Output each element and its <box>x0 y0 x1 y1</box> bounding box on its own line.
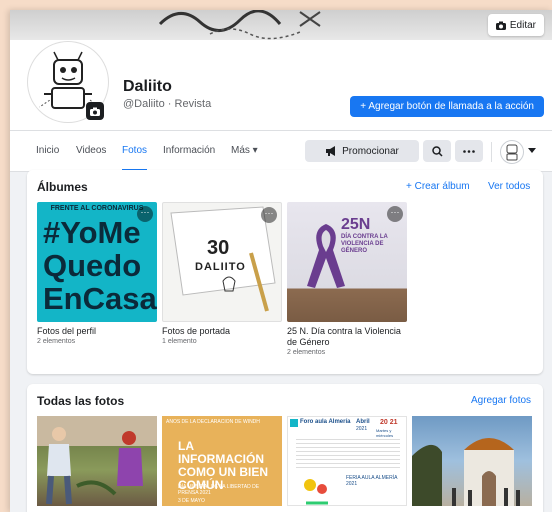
change-profile-picture-button[interactable] <box>86 102 104 120</box>
photo-sub: DÍA MUNDIAL DE LA LIBERTAD DE PRENSA 202… <box>178 484 260 496</box>
albums-card: Álbumes + Crear álbum Ver todos FRENTE A… <box>27 170 543 374</box>
photo-date: 3 DE MAYO <box>178 498 205 504</box>
all-photos-title: Todas las fotos <box>37 394 125 408</box>
album-profile-photos[interactable]: FRENTE AL CORONAVIRUS #YoMe Quedo EnCasa… <box>37 202 157 345</box>
page-handle-category: @Daliito · Revista <box>123 98 212 110</box>
megaphone-icon <box>326 146 336 156</box>
album-25n[interactable]: 25N DÍA CONTRA LA VIOLENCIA DE GÉNERO ··… <box>287 202 407 356</box>
photo-gardening[interactable] <box>37 416 157 506</box>
edit-cover-label: Editar <box>509 19 536 31</box>
more-icon <box>463 149 475 153</box>
chevron-down-icon[interactable] <box>528 148 536 153</box>
camera-icon <box>90 107 100 116</box>
thumb-line-text: DÍA CONTRA LA VIOLENCIA DE GÉNERO <box>341 234 388 254</box>
toolbar-divider <box>491 142 492 162</box>
camera-icon <box>495 21 506 30</box>
promote-button[interactable]: Promocionar <box>305 140 419 162</box>
thumb-line-3: EnCasa <box>43 281 157 316</box>
cover-art <box>158 10 321 40</box>
robot-mascot-drawing <box>506 144 518 161</box>
album-cover-photos[interactable]: 30 DALIITO ··· Fotos de portada 1 elemen… <box>162 202 282 345</box>
tab-informacion[interactable]: Información <box>163 131 215 171</box>
feria-brand: Foro aula Almería <box>300 419 351 425</box>
album-thumbnail[interactable]: 30 DALIITO ··· <box>162 202 282 322</box>
people-gardening-image <box>37 416 157 505</box>
promote-label: Promocionar <box>342 145 399 157</box>
thumb-word: DALIITO <box>195 261 246 273</box>
album-options-button[interactable]: ··· <box>137 206 153 222</box>
thumb-line-1: #YoMe <box>43 215 141 250</box>
album-options-button[interactable]: ··· <box>387 206 403 222</box>
account-switcher-avatar[interactable] <box>500 140 524 164</box>
photo-hermitage[interactable] <box>412 416 532 506</box>
album-count: 2 elementos <box>287 349 326 356</box>
thumb-big-text: 25N <box>341 216 371 233</box>
album-name[interactable]: Fotos del perfil <box>37 326 157 337</box>
search-icon <box>431 145 443 157</box>
feria-year: 2021 <box>356 426 368 432</box>
album-options-button[interactable]: ··· <box>261 207 277 223</box>
search-button[interactable] <box>423 140 451 162</box>
add-cta-button[interactable]: + Agregar botón de llamada a la acción <box>350 96 544 117</box>
feria-weekdays: Martes y miércoles <box>376 428 394 438</box>
feria-days: 20 21 <box>380 419 398 426</box>
add-photos-link[interactable]: Agregar fotos <box>471 395 531 406</box>
feria-tag: FERIA AULA ALMERÍA 2021 <box>346 475 398 487</box>
feria-logo-icon <box>290 419 298 427</box>
tab-mas[interactable]: Más ▾ <box>231 131 258 171</box>
add-cta-label: + Agregar botón de llamada a la acción <box>360 101 534 112</box>
tab-videos[interactable]: Videos <box>76 131 106 171</box>
create-album-link[interactable]: + Crear álbum <box>406 181 470 192</box>
all-photos-card: Todas las fotos Agregar fotos AÑOS DE LA… <box>27 384 543 512</box>
thumb-line-2: Quedo <box>43 248 142 283</box>
album-name[interactable]: Fotos de portada <box>162 326 282 337</box>
album-count: 2 elementos <box>37 338 76 345</box>
thumb-main-text: #YoMe Quedo EnCasa <box>43 216 157 315</box>
chapel-landscape-image <box>412 438 520 506</box>
photo-press-freedom[interactable]: AÑOS DE LA DECLARACIÓN DE WINDH LA INFOR… <box>162 416 282 506</box>
tab-inicio[interactable]: Inicio <box>36 131 59 171</box>
see-all-albums-link[interactable]: Ver todos <box>488 181 530 192</box>
album-thumbnail[interactable]: FRENTE AL CORONAVIRUS #YoMe Quedo EnCasa… <box>37 202 157 322</box>
document-text-lines <box>296 439 400 469</box>
tab-fotos[interactable]: Fotos <box>122 131 148 171</box>
album-name[interactable]: 25 N. Día contra la Violencia de Género <box>287 326 407 348</box>
facebook-page-window: Editar Daliito @Daliito · Revista + Agre… <box>10 10 552 512</box>
feria-month: Abril <box>356 419 370 425</box>
albums-title: Álbumes <box>37 180 88 194</box>
more-options-button[interactable] <box>455 140 483 162</box>
album-count: 1 elemento <box>162 338 197 345</box>
feria-illustration <box>304 479 328 505</box>
album-thumbnail[interactable]: 25N DÍA CONTRA LA VIOLENCIA DE GÉNERO ··… <box>287 202 407 322</box>
page-title[interactable]: Daliito <box>123 78 172 96</box>
photo-banner-text: AÑOS DE LA DECLARACIÓN DE WINDH <box>166 419 260 425</box>
photo-feria-aula[interactable]: Foro aula Almería Abril 2021 20 21 Marte… <box>287 416 407 506</box>
cover-photo: Editar <box>10 10 552 40</box>
page-header: Daliito @Daliito · Revista + Agregar bot… <box>10 40 552 172</box>
thumb-number: 30 <box>207 237 230 259</box>
edit-cover-button[interactable]: Editar <box>487 14 544 36</box>
